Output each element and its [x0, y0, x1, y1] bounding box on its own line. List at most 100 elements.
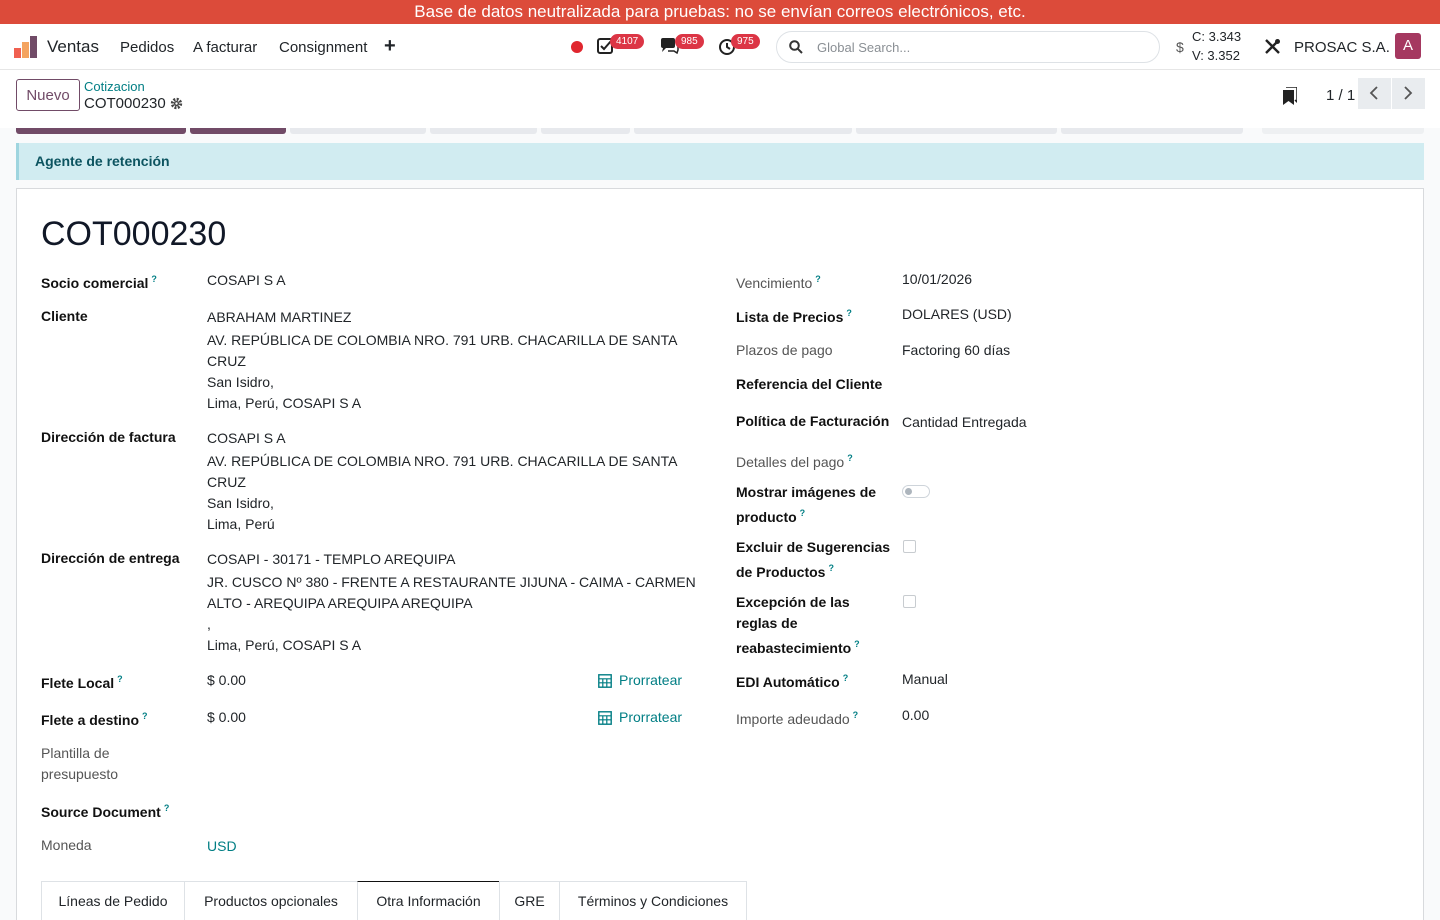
flete-local-field[interactable]: $ 0.00 — [207, 670, 246, 691]
plazos-pago-label: Plazos de pago — [736, 342, 833, 358]
prorratear-destino-button[interactable]: Prorratear — [598, 707, 708, 728]
factura-address-line: AV. REPÚBLICA DE COLOMBIA NRO. 791 URB. … — [207, 453, 678, 469]
flete-local-label: Flete Local? — [41, 674, 123, 691]
moneda-field[interactable]: USD — [207, 836, 237, 857]
top-navbar: Ventas Pedidos A facturar Consignment + … — [0, 24, 1440, 70]
sales-app-logo-icon[interactable] — [14, 36, 38, 58]
flete-destino-label: Flete a destino? — [41, 711, 148, 728]
help-icon[interactable]: ? — [846, 308, 852, 318]
referencia-cliente-label: Referencia del Cliente — [736, 376, 883, 392]
tab-lineas-pedido[interactable]: Líneas de Pedido — [41, 881, 185, 920]
help-icon[interactable]: ? — [815, 274, 821, 284]
breadcrumb-parent[interactable]: Cotizacion — [84, 79, 145, 94]
lista-precios-field[interactable]: DOLARES (USD) — [902, 304, 1012, 325]
calculator-icon — [598, 674, 612, 688]
action-button[interactable] — [634, 128, 852, 134]
entrega-address-line: JR. CUSCO Nº 380 - FRENTE A RESTAURANTE … — [207, 574, 696, 590]
tab-gre[interactable]: GRE — [499, 881, 560, 920]
test-database-banner: Base de datos neutralizada para pruebas:… — [0, 0, 1440, 24]
plazos-pago-field[interactable]: Factoring 60 días — [902, 340, 1010, 361]
excepcion-reglas-label: Excepción de las — [736, 594, 850, 610]
vencimiento-label: Vencimiento? — [736, 274, 821, 291]
calculator-icon — [598, 711, 612, 725]
factura-address-line: San Isidro, — [207, 495, 274, 511]
status-stage[interactable] — [1262, 128, 1424, 134]
search-icon — [789, 40, 803, 54]
help-icon[interactable]: ? — [800, 508, 806, 518]
action-button[interactable] — [290, 128, 426, 134]
help-icon[interactable]: ? — [117, 674, 123, 684]
chevron-right-icon — [1404, 86, 1413, 100]
help-icon[interactable]: ? — [164, 803, 170, 813]
tab-terminos-condiciones[interactable]: Términos y Condiciones — [559, 881, 747, 920]
menu-consignment[interactable]: Consignment — [279, 39, 367, 56]
cliente-name[interactable]: ABRAHAM MARTINEZ — [207, 307, 351, 328]
politica-facturacion-label: Política de Facturación — [736, 413, 890, 429]
cliente-address-line: CRUZ — [207, 353, 246, 369]
vencimiento-field[interactable]: 10/01/2026 — [902, 269, 972, 290]
excepcion-reglas-label: reglas de — [736, 615, 798, 631]
importe-adeudado-label: Importe adeudado? — [736, 710, 859, 727]
help-icon[interactable]: ? — [828, 563, 834, 573]
edi-automatico-field[interactable]: Manual — [902, 669, 948, 690]
rate-sell: V: 3.352 — [1192, 48, 1240, 63]
global-search[interactable] — [776, 31, 1160, 63]
action-button[interactable] — [541, 128, 630, 134]
source-document-label: Source Document? — [41, 803, 170, 820]
excepcion-reglas-label: reabastecimiento? — [736, 639, 860, 656]
mostrar-imagenes-label: producto? — [736, 508, 806, 525]
help-icon[interactable]: ? — [151, 274, 157, 284]
help-icon[interactable]: ? — [847, 453, 853, 463]
new-button[interactable]: Nuevo — [16, 79, 80, 111]
detalles-pago-label: Detalles del pago? — [736, 453, 853, 470]
socio-field[interactable]: COSAPI S A — [207, 270, 286, 291]
edi-automatico-label: EDI Automático? — [736, 673, 849, 690]
action-button[interactable] — [856, 128, 1057, 134]
entrega-address-line: Lima, Perú, COSAPI S A — [207, 637, 362, 653]
factura-name[interactable]: COSAPI S A — [207, 428, 286, 449]
breadcrumb-current: COT000230 — [84, 95, 166, 112]
company-switcher[interactable]: PROSAC S.A. — [1294, 39, 1390, 56]
pager-next-button[interactable] — [1392, 78, 1425, 109]
excluir-sugerencias-label: Excluir de Sugerencias — [736, 539, 891, 555]
excluir-sugerencias-label: de Productos? — [736, 563, 834, 580]
app-name[interactable]: Ventas — [47, 37, 99, 57]
action-button[interactable] — [190, 128, 286, 134]
excluir-sugerencias-checkbox[interactable] — [903, 540, 916, 553]
user-avatar[interactable]: A — [1395, 33, 1421, 59]
debug-tools-icon[interactable] — [1264, 38, 1281, 55]
politica-facturacion-field[interactable]: Cantidad Entregada — [902, 412, 1027, 433]
menu-pedidos[interactable]: Pedidos — [120, 39, 174, 56]
help-icon[interactable]: ? — [853, 710, 859, 720]
pager-previous-button[interactable] — [1358, 78, 1391, 109]
recording-icon[interactable] — [571, 41, 583, 53]
action-button[interactable] — [430, 128, 537, 134]
menu-a-facturar[interactable]: A facturar — [193, 39, 257, 56]
control-panel: Nuevo Cotizacion COT000230 1 / 1 — [0, 70, 1440, 128]
entrega-name[interactable]: COSAPI - 30171 - TEMPLO AREQUIPA — [207, 549, 455, 570]
add-shortcut-icon[interactable]: + — [384, 35, 396, 58]
tab-otra-informacion[interactable]: Otra Información — [357, 881, 500, 920]
prorratear-local-button[interactable]: Prorratear — [598, 670, 708, 691]
help-icon[interactable]: ? — [142, 711, 148, 721]
cliente-address-line: AV. REPÚBLICA DE COLOMBIA NRO. 791 URB. … — [207, 332, 678, 348]
mostrar-imagenes-toggle[interactable] — [902, 485, 930, 498]
factura-label: Dirección de factura — [41, 429, 176, 445]
rate-buy: C: 3.343 — [1192, 29, 1242, 44]
lista-precios-label: Lista de Precios? — [736, 308, 852, 325]
action-button[interactable] — [16, 128, 186, 134]
entrega-address-line: ALTO - AREQUIPA AREQUIPA AREQUIPA — [207, 595, 473, 611]
gear-icon[interactable] — [170, 97, 183, 110]
plantilla-label: Plantilla de — [41, 745, 110, 761]
tab-productos-opcionales[interactable]: Productos opcionales — [184, 881, 358, 920]
help-icon[interactable]: ? — [854, 639, 860, 649]
action-button[interactable] — [1061, 128, 1243, 134]
search-input[interactable] — [817, 37, 1137, 57]
flete-destino-field[interactable]: $ 0.00 — [207, 707, 246, 728]
importe-adeudado-field: 0.00 — [902, 707, 930, 723]
socio-label: Socio comercial? — [41, 274, 157, 291]
excepcion-reglas-checkbox[interactable] — [903, 595, 916, 608]
pager-value[interactable]: 1 / 1 — [1326, 87, 1355, 104]
help-icon[interactable]: ? — [843, 673, 849, 683]
bookmark-icon[interactable] — [1283, 87, 1297, 105]
